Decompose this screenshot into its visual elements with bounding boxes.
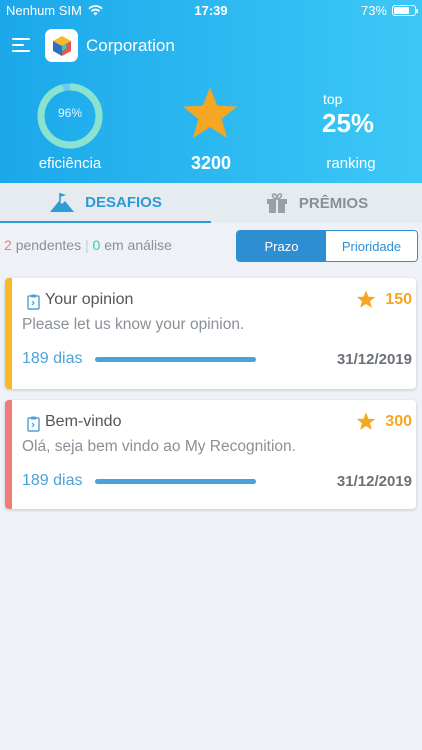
challenge-title: Your opinion <box>45 291 134 308</box>
tab-desafios[interactable]: DESAFIOS <box>0 183 211 223</box>
app-logo <box>45 29 78 62</box>
battery-percent: 73% <box>360 3 387 18</box>
challenge-due-date: 31/12/2019 <box>336 473 412 490</box>
challenge-progress-bar <box>95 479 256 484</box>
review-label: em análise <box>104 237 172 253</box>
card-accent-bar <box>5 278 12 389</box>
sort-prioridade-button[interactable]: Prioridade <box>326 231 417 261</box>
star-icon <box>182 87 238 139</box>
clipboard-icon <box>27 416 40 432</box>
tab-bar: DESAFIOS PRÊMIOS <box>0 183 422 223</box>
rank-value: 25% <box>322 108 375 138</box>
rank-label: ranking <box>326 155 376 172</box>
sort-segmented-control: Prazo Prioridade <box>236 230 418 262</box>
clock: 17:39 <box>194 3 228 18</box>
challenge-points: 300 <box>385 413 412 430</box>
pending-count: 2 <box>4 237 12 253</box>
header-panel: Nenhum SIM 17:39 73% Corporation 96% efi… <box>0 0 422 183</box>
challenge-due-date: 31/12/2019 <box>336 351 412 368</box>
challenge-description: Olá, seja bem vindo ao My Recognition. <box>22 438 296 455</box>
card-accent-bar <box>5 400 12 509</box>
star-icon <box>356 412 376 430</box>
mountain-flag-icon <box>50 193 75 212</box>
efficiency-label: eficiência <box>38 155 102 172</box>
challenge-points: 150 <box>385 291 412 308</box>
sort-prazo-button[interactable]: Prazo <box>237 231 326 261</box>
challenge-title: Bem-vindo <box>45 413 122 430</box>
tab-desafios-label: DESAFIOS <box>85 193 162 211</box>
pending-label: pendentes <box>15 237 82 253</box>
battery-icon <box>392 5 418 16</box>
tab-premios[interactable]: PRÊMIOS <box>211 183 422 223</box>
star-icon <box>356 290 376 308</box>
hamburger-icon[interactable] <box>12 38 32 54</box>
counts-separator: | <box>84 237 89 253</box>
challenge-progress-bar <box>95 357 256 362</box>
tab-premios-label: PRÊMIOS <box>298 194 369 212</box>
challenge-counts: 2 pendentes | 0 em análise <box>4 237 172 253</box>
challenge-card[interactable]: Bem-vindo 300 Olá, seja bem vindo ao My … <box>5 400 416 509</box>
clipboard-icon <box>27 294 40 310</box>
review-count: 0 <box>92 237 101 253</box>
gift-icon <box>266 193 287 213</box>
challenge-card[interactable]: Your opinion 150 Please let us know your… <box>5 278 416 389</box>
efficiency-value: 96% <box>57 106 83 120</box>
rank-top-label: top <box>323 91 343 107</box>
challenge-description: Please let us know your opinion. <box>22 316 245 333</box>
points-total: 3200 <box>190 153 232 173</box>
app-title: Corporation <box>86 36 175 55</box>
cube-logo-icon <box>52 35 71 56</box>
filter-bar: 2 pendentes | 0 em análise Prazo Priorid… <box>0 223 422 269</box>
efficiency-gauge: 96% <box>34 80 106 152</box>
status-bar: Nenhum SIM 17:39 73% <box>0 0 422 22</box>
challenge-days-left: 189 dias <box>22 350 83 367</box>
challenge-days-left: 189 dias <box>22 472 83 489</box>
